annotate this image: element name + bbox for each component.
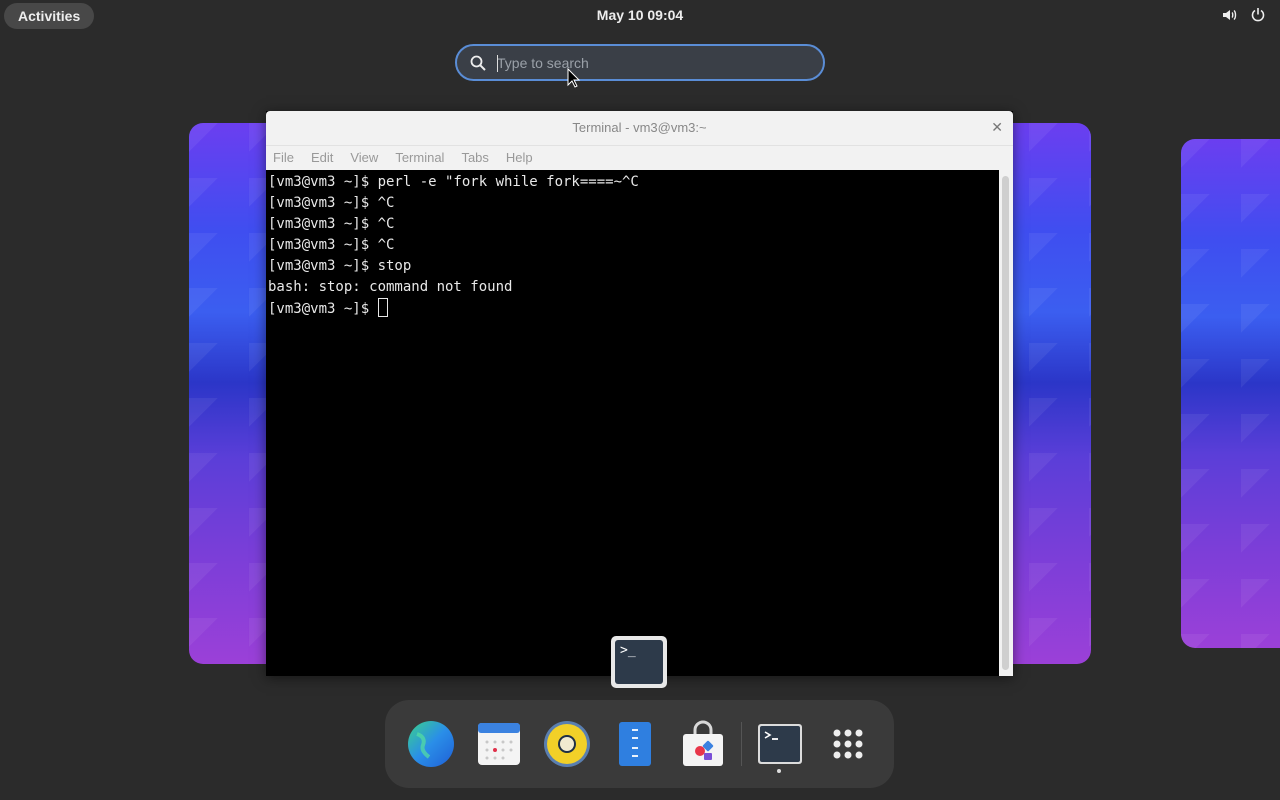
terminal-line: [vm3@vm3 ~]$ ^C xyxy=(268,216,395,232)
scrollbar[interactable] xyxy=(999,170,1013,676)
window-title: Terminal - vm3@vm3:~ xyxy=(572,120,707,135)
music-player-icon[interactable] xyxy=(543,720,591,768)
terminal-line: [vm3@vm3 ~]$ ^C xyxy=(268,237,395,253)
menu-file[interactable]: File xyxy=(273,146,294,170)
dock-separator xyxy=(741,722,742,766)
text-editor-icon[interactable] xyxy=(611,720,659,768)
terminal-window[interactable]: Terminal - vm3@vm3:~ ✕ File Edit View Te… xyxy=(266,111,1013,676)
text-caret xyxy=(497,55,498,72)
volume-icon[interactable] xyxy=(1222,7,1238,23)
terminal-output[interactable]: [vm3@vm3 ~]$ perl -e "fork while fork===… xyxy=(266,170,999,676)
terminal-line: [vm3@vm3 ~]$ stop xyxy=(268,258,412,274)
software-store-icon[interactable] xyxy=(679,720,727,768)
terminal-prompt-line[interactable]: [vm3@vm3 ~]$ xyxy=(268,298,997,320)
terminal-line: bash: stop: command not found xyxy=(268,279,513,295)
terminal-line: [vm3@vm3 ~]$ ^C xyxy=(268,195,395,211)
mouse-pointer-icon xyxy=(567,68,581,88)
window-titlebar[interactable]: Terminal - vm3@vm3:~ ✕ xyxy=(266,111,1013,145)
close-icon[interactable]: ✕ xyxy=(991,119,1003,136)
terminal-prompt: [vm3@vm3 ~]$ xyxy=(268,301,378,317)
menu-help[interactable]: Help xyxy=(506,146,533,170)
terminal-cursor xyxy=(377,298,388,317)
top-bar: Activities May 10 09:04 xyxy=(0,0,1280,32)
search-bar[interactable] xyxy=(455,44,825,81)
dock xyxy=(385,700,894,788)
app-grid-icon[interactable] xyxy=(824,720,872,768)
window-app-badge: >_ xyxy=(611,636,667,688)
web-browser-icon[interactable] xyxy=(407,720,455,768)
terminal-line: [vm3@vm3 ~]$ perl -e "fork while fork===… xyxy=(268,174,639,190)
menu-bar: File Edit View Terminal Tabs Help xyxy=(266,145,1013,170)
search-icon xyxy=(470,55,486,71)
running-indicator xyxy=(777,769,781,773)
power-icon[interactable] xyxy=(1250,7,1266,23)
system-tray[interactable] xyxy=(1222,7,1266,23)
scrollbar-thumb[interactable] xyxy=(1002,176,1009,670)
search-input[interactable] xyxy=(497,53,807,73)
menu-tabs[interactable]: Tabs xyxy=(461,146,488,170)
menu-edit[interactable]: Edit xyxy=(311,146,333,170)
calendar-icon[interactable] xyxy=(475,720,523,768)
clock[interactable]: May 10 09:04 xyxy=(0,7,1280,23)
terminal-icon[interactable] xyxy=(756,720,804,768)
menu-view[interactable]: View xyxy=(350,146,378,170)
workspace-preview-next[interactable] xyxy=(1181,139,1280,648)
terminal-badge-icon: >_ xyxy=(615,640,663,684)
menu-terminal[interactable]: Terminal xyxy=(395,146,444,170)
